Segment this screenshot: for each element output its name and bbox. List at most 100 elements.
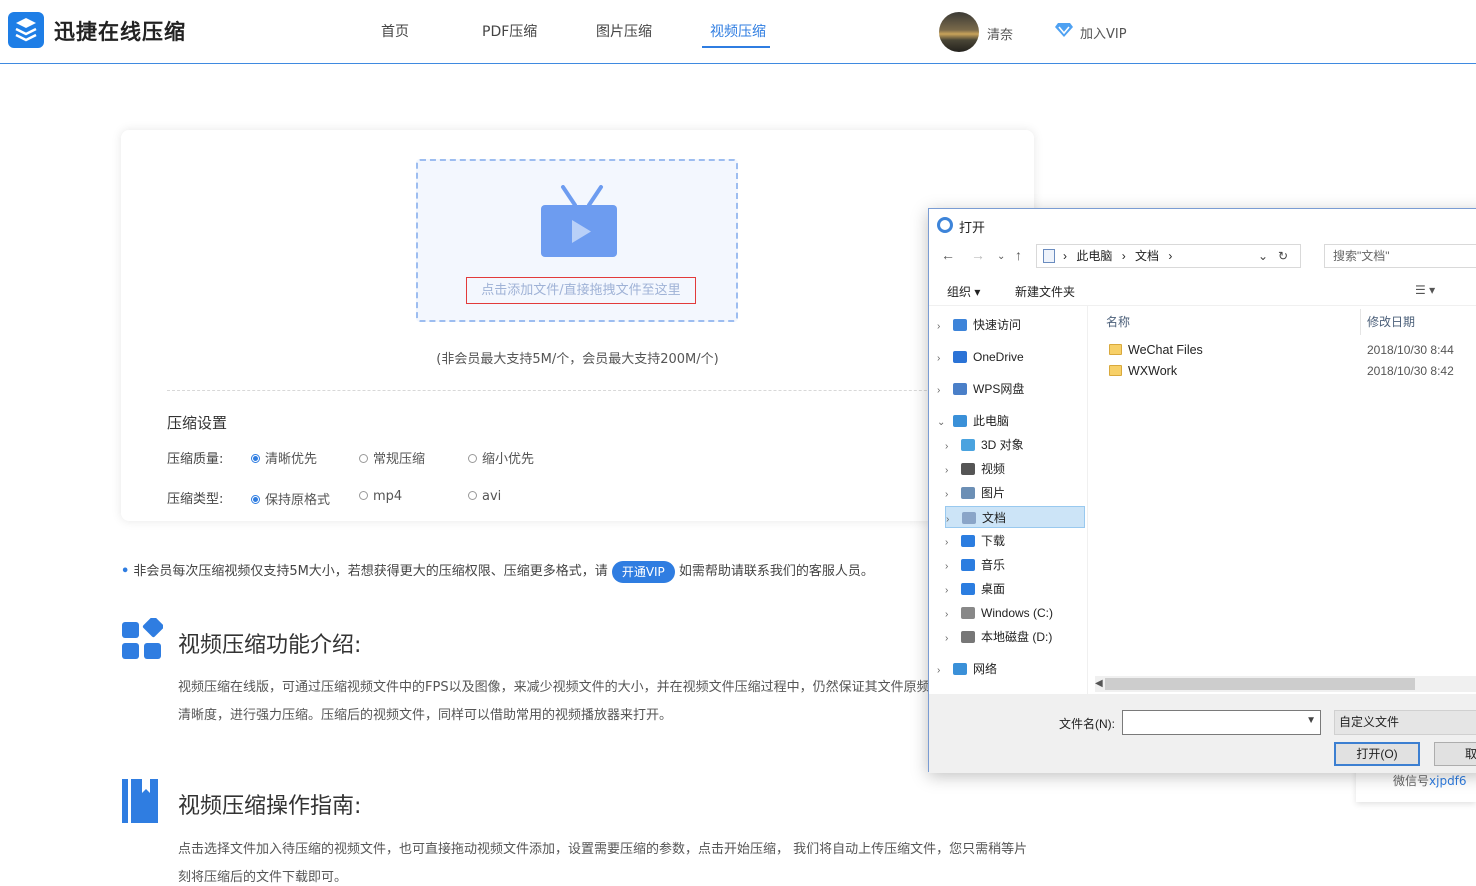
tree-item-film[interactable]: › 视频 [945, 458, 1085, 480]
desktop-icon [961, 583, 975, 595]
scroll-left-icon[interactable]: ◀ [1095, 676, 1103, 692]
add-file-prompt[interactable]: 点击添加文件/直接拖拽文件至这里 [466, 277, 696, 304]
type-option-mp4[interactable]: mp4 [359, 489, 402, 504]
chevron-right-icon[interactable]: › [945, 532, 955, 554]
radio-selected-icon [251, 495, 260, 504]
logo-icon[interactable] [8, 12, 44, 48]
divider [167, 390, 987, 391]
column-header-modified[interactable]: 修改日期 [1367, 313, 1415, 330]
tree-item-drive-c[interactable]: › Windows (C:) [945, 602, 1085, 624]
tree-item-star[interactable]: › 快速访问 [937, 314, 1085, 336]
quality-option-smaller[interactable]: 缩小优先 [468, 448, 534, 467]
horizontal-scrollbar[interactable]: ◀ [1095, 676, 1476, 692]
top-header: 迅捷在线压缩 首页 PDF压缩 图片压缩 视频压缩 清奈 加入VIP [0, 0, 1476, 64]
tree-item-network[interactable]: › 网络 [937, 658, 1085, 680]
tree-item-cube[interactable]: › 3D 对象 [945, 434, 1085, 456]
tree-item-document[interactable]: › 文档 [945, 506, 1085, 528]
up-arrow-icon[interactable]: ↑ [1015, 247, 1022, 263]
folder-path-icon [1043, 249, 1055, 263]
chevron-right-icon[interactable]: › [945, 556, 955, 578]
filename-input[interactable]: ▼ [1122, 710, 1321, 735]
new-folder-button[interactable]: 新建文件夹 [1015, 283, 1075, 300]
diamond-icon [1055, 23, 1073, 37]
chevron-right-icon[interactable]: › [937, 316, 947, 338]
open-vip-button[interactable]: 开通VIP [611, 560, 675, 583]
tree-item-label: 图片 [981, 486, 1006, 500]
chevron-right-icon[interactable]: › [945, 628, 955, 650]
tree-item-label: 视频 [981, 462, 1006, 476]
column-header-name[interactable]: 名称 [1106, 313, 1130, 330]
join-vip-link[interactable]: 加入VIP [1080, 23, 1127, 42]
view-options-icon[interactable]: ☰ ▾ [1415, 283, 1435, 297]
refresh-icon[interactable]: ↻ [1278, 245, 1288, 267]
breadcrumb-documents[interactable]: 文档 [1135, 249, 1159, 263]
avatar[interactable] [939, 12, 979, 52]
username[interactable]: 清奈 [987, 24, 1013, 43]
file-row-wxwork[interactable]: WXWork [1109, 360, 1177, 382]
chevron-right-icon[interactable]: › [945, 484, 955, 506]
chevron-down-icon[interactable]: ▼ [1306, 715, 1316, 726]
wechat-label: 微信号 [1393, 774, 1430, 788]
book-icon [122, 779, 158, 823]
tree-item-label: 音乐 [981, 558, 1006, 572]
folder-icon [1109, 344, 1122, 355]
scroll-thumb[interactable] [1105, 678, 1415, 690]
size-limit-note: (非会员最大支持5M/个，会员最大支持200M/个) [436, 352, 719, 367]
star-icon [953, 319, 967, 331]
tree-item-label: 本地磁盘 (D:) [981, 630, 1053, 644]
type-option-original[interactable]: 保持原格式 [251, 489, 330, 508]
tree-item-label: WPS网盘 [973, 382, 1025, 396]
type-option-avi[interactable]: avi [468, 489, 501, 504]
chevron-right-icon[interactable]: › [946, 509, 956, 531]
radio-icon [468, 454, 477, 463]
open-button[interactable]: 打开(O) [1334, 742, 1420, 766]
chevron-right-icon[interactable]: › [945, 436, 955, 458]
tree-item-picture[interactable]: › 图片 [945, 482, 1085, 504]
guide-title: 视频压缩操作指南: [178, 794, 362, 819]
address-bar[interactable]: › 此电脑 › 文档 › ⌄ ↻ [1036, 244, 1301, 268]
chevron-right-icon[interactable]: › [937, 660, 947, 682]
recent-dropdown-icon[interactable]: ⌄ [997, 251, 1005, 262]
breadcrumb-this-pc[interactable]: 此电脑 [1076, 249, 1112, 263]
brand-name[interactable]: 迅捷在线压缩 [54, 16, 186, 46]
nav-pdf-compress[interactable]: PDF压缩 [482, 21, 537, 41]
upload-card: 点击添加文件/直接拖拽文件至这里 (非会员最大支持5M/个，会员最大支持200M… [121, 130, 1034, 521]
navigation-pane: › 快速访问 › OneDrive › WPS网盘 ⌄ 此电脑 › 3D 对象 › 视频 › 图片 › 文档 ›… [929, 314, 1087, 694]
chevron-right-icon[interactable]: › [945, 580, 955, 602]
quality-label: 压缩质量: [167, 452, 224, 467]
cloud-icon [953, 351, 967, 363]
address-dropdown-icon[interactable]: ⌄ [1258, 245, 1268, 267]
chevron-down-icon[interactable]: ⌄ [937, 412, 947, 434]
drive-d-icon [961, 631, 975, 643]
nav-home[interactable]: 首页 [381, 21, 409, 41]
forward-arrow-icon[interactable]: → [971, 247, 985, 263]
quality-option-clear[interactable]: 清晰优先 [251, 448, 317, 467]
intro-title: 视频压缩功能介绍: [178, 633, 362, 658]
tree-item-cloud-outline[interactable]: › WPS网盘 [937, 378, 1085, 400]
tree-item-drive-d[interactable]: › 本地磁盘 (D:) [945, 626, 1085, 648]
dialog-title: 打开 [959, 220, 986, 235]
member-notice: • 非会员每次压缩视频仅支持5M大小，若想获得更大的压缩权限、压缩更多格式，请 开通… [121, 560, 874, 583]
cancel-button[interactable]: 取消 [1434, 742, 1476, 766]
file-row-wechat-files[interactable]: WeChat Files [1109, 339, 1203, 361]
tree-item-computer[interactable]: ⌄ 此电脑 [937, 410, 1085, 432]
column-divider[interactable] [1360, 309, 1361, 335]
wechat-id[interactable]: xjpdf6 [1429, 774, 1467, 788]
chevron-right-icon[interactable]: › [945, 604, 955, 626]
tree-item-label: OneDrive [973, 350, 1024, 364]
tree-item-download[interactable]: › 下载 [945, 530, 1085, 552]
chevron-right-icon[interactable]: › [945, 460, 955, 482]
nav-image-compress[interactable]: 图片压缩 [596, 21, 652, 41]
filetype-select[interactable]: 自定义文件 [1334, 710, 1476, 735]
chevron-right-icon[interactable]: › [937, 380, 947, 402]
nav-video-compress[interactable]: 视频压缩 [710, 21, 766, 41]
organize-menu[interactable]: 组织 ▾ [947, 283, 980, 300]
tree-item-music[interactable]: › 音乐 [945, 554, 1085, 576]
tree-item-cloud[interactable]: › OneDrive [937, 346, 1085, 368]
chevron-right-icon[interactable]: › [937, 348, 947, 370]
quality-option-normal[interactable]: 常规压缩 [359, 448, 425, 467]
tree-item-desktop[interactable]: › 桌面 [945, 578, 1085, 600]
search-field[interactable]: 搜索"文档" [1324, 244, 1476, 268]
back-arrow-icon[interactable]: ← [941, 247, 955, 263]
file-dropzone[interactable]: 点击添加文件/直接拖拽文件至这里 [416, 159, 738, 322]
